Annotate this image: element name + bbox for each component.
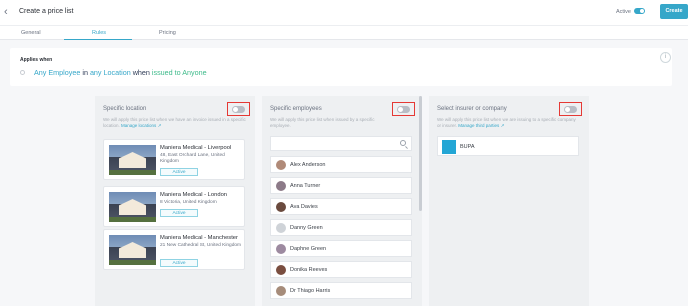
scrollbar[interactable]	[419, 96, 422, 211]
location-address: 8 Victoria, United Kingdom	[160, 200, 217, 205]
top-bar: ‹ Create a price list Active Create	[0, 0, 688, 26]
rule-text-in: in	[80, 68, 90, 77]
active-toggle[interactable]	[634, 8, 645, 14]
active-tab-indicator	[64, 39, 132, 40]
employees-description: We will apply this price list when issue…	[270, 117, 375, 128]
location-address: 21 New Cathedral St, United Kingdom	[160, 243, 242, 248]
rule-location-link[interactable]: any Location	[90, 68, 131, 77]
employee-name: Daphne Green	[290, 246, 327, 252]
location-toggle-highlight	[227, 102, 250, 116]
employee-item[interactable]: Daphne Green	[270, 240, 412, 257]
search-icon	[400, 140, 406, 146]
manage-locations-link[interactable]: Manage locations	[121, 123, 156, 128]
back-arrow-icon[interactable]: ‹	[4, 6, 8, 18]
rule-text-when: when	[130, 68, 152, 77]
employee-name: Dr Thiago Harris	[290, 288, 331, 294]
bupa-logo-icon	[442, 140, 456, 154]
building-image	[109, 145, 156, 175]
employee-item[interactable]: Danny Green	[270, 219, 412, 236]
active-label: Active	[616, 9, 631, 15]
external-link-icon: ↗	[499, 123, 505, 128]
page-title: Create a price list	[19, 8, 74, 15]
status-badge: Active	[160, 168, 198, 176]
status-badge: Active	[160, 209, 198, 217]
insurer-description: We will apply this price list when we ar…	[437, 117, 577, 129]
applies-when-title: Applies when	[20, 57, 53, 63]
location-card[interactable]: Maniera Medical - London 8 Victoria, Uni…	[103, 186, 245, 227]
building-image	[109, 235, 156, 265]
tab-rules[interactable]: Rules	[92, 30, 106, 36]
building-image	[109, 192, 156, 222]
location-description: We will apply this price list when we ha…	[103, 117, 263, 129]
rule-sentence: Any Employee in any Location when issued…	[34, 68, 207, 77]
location-name: Maniera Medical - Manchester	[160, 235, 238, 241]
rule-employee-link[interactable]: Any Employee	[34, 68, 80, 77]
avatar	[276, 202, 286, 212]
avatar	[276, 265, 286, 275]
employee-name: Anna Turner	[290, 183, 321, 189]
manage-third-parties-link[interactable]: Manage third parties	[458, 123, 499, 128]
tab-pricing[interactable]: Pricing	[159, 30, 176, 36]
status-badge: Active	[160, 259, 198, 267]
employee-name: Donika Reeves	[290, 267, 328, 273]
employee-name: Danny Green	[290, 225, 323, 231]
location-address: 48, East Orchard Lane, United Kingdom	[160, 153, 225, 164]
employee-item[interactable]: Ava Davies	[270, 198, 412, 215]
external-link-icon: ↗	[156, 123, 162, 128]
location-heading: Specific location	[103, 106, 147, 112]
avatar	[276, 160, 286, 170]
insurer-toggle-highlight	[559, 102, 582, 116]
avatar	[276, 286, 286, 296]
insurer-heading: Select insurer or company	[437, 106, 507, 112]
employee-name: Alex Anderson	[290, 162, 326, 168]
avatar	[276, 244, 286, 254]
rule-issued-link[interactable]: issued to Anyone	[152, 68, 207, 77]
employee-item[interactable]: Dr Thiago Harris	[270, 282, 412, 299]
create-button[interactable]: Create	[660, 4, 688, 19]
location-card[interactable]: Maniera Medical - Liverpool 48, East Orc…	[103, 139, 245, 180]
location-name: Maniera Medical - Liverpool	[160, 145, 232, 151]
insurer-name: BUPA	[460, 144, 475, 150]
insurer-item[interactable]: BUPA	[437, 136, 579, 156]
tab-bar: General Rules Pricing	[0, 26, 688, 40]
info-icon[interactable]: i	[660, 52, 671, 63]
avatar	[276, 181, 286, 191]
rule-radio[interactable]	[20, 70, 25, 75]
location-card[interactable]: Maniera Medical - Manchester 21 New Cath…	[103, 229, 245, 270]
employee-item[interactable]: Donika Reeves	[270, 261, 412, 278]
employee-search-input[interactable]	[270, 136, 412, 151]
applies-when-panel: Applies when Any Employee in any Locatio…	[10, 48, 672, 86]
employee-item[interactable]: Alex Anderson	[270, 156, 412, 173]
employee-item[interactable]: Anna Turner	[270, 177, 412, 194]
avatar	[276, 223, 286, 233]
location-name: Maniera Medical - London	[160, 192, 228, 198]
employees-heading: Specific employees	[270, 106, 322, 112]
tab-general[interactable]: General	[21, 30, 41, 36]
employees-toggle-highlight	[392, 102, 415, 116]
employee-name: Ava Davies	[290, 204, 318, 210]
